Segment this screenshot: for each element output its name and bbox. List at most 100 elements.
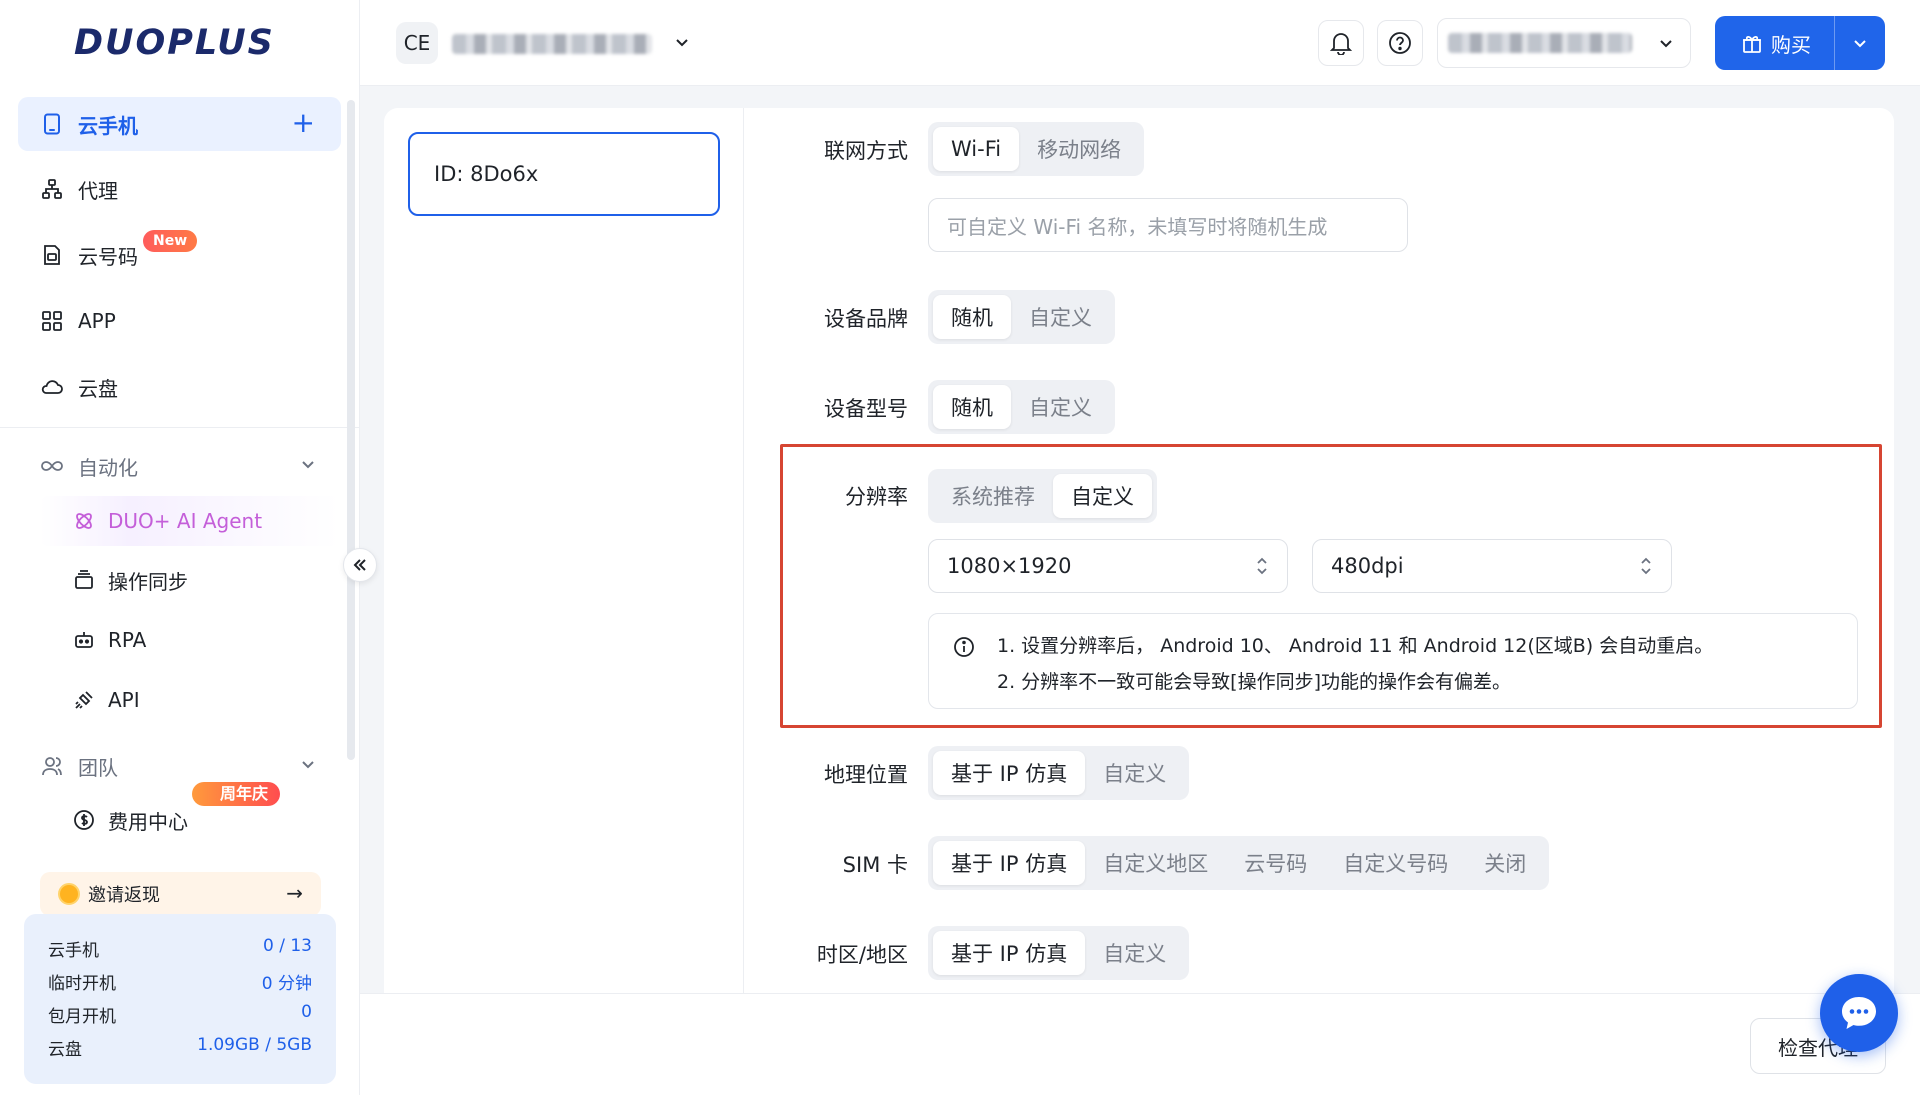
resolution-option-recommended[interactable]: 系统推荐 (933, 474, 1053, 518)
notice-line-2: 2. 分辨率不一致可能会导致[操作同步]功能的操作会有偏差。 (997, 671, 1511, 693)
sidebar-item-operation-sync[interactable]: 操作同步 (40, 555, 340, 605)
device-id-card[interactable]: ID: 8Do6x (408, 132, 720, 216)
sidebar-item-cloud-disk[interactable]: 云盘 (18, 360, 341, 414)
network-option-wifi[interactable]: Wi-Fi (933, 127, 1020, 171)
plug-icon (72, 688, 96, 712)
network-option-mobile[interactable]: 移动网络 (1019, 127, 1139, 171)
duoplus-logo[interactable]: DUOPLUS (74, 23, 275, 63)
sidebar-item-cloud-phone[interactable]: 云手机 + (18, 97, 341, 151)
infinity-icon (40, 454, 64, 478)
sim-option-cloud-number[interactable]: 云号码 (1226, 841, 1325, 885)
chevron-down-icon (1854, 40, 1866, 48)
stat-label: 临时开机 (48, 974, 116, 994)
sidebar-item-label: APP (78, 309, 116, 333)
sidebar-scrollbar[interactable] (347, 100, 355, 760)
chevron-down-icon[interactable] (672, 32, 692, 57)
invite-cashback-banner[interactable]: 邀请返现 → (40, 872, 321, 916)
sidebar-item-app[interactable]: APP (18, 294, 341, 348)
resolution-option-custom[interactable]: 自定义 (1053, 474, 1152, 518)
sim-option-ip[interactable]: 基于 IP 仿真 (933, 841, 1086, 885)
dpi-select[interactable]: 480dpi (1312, 539, 1672, 593)
team-group-title: 团队 (78, 755, 118, 780)
timezone-segmented: 基于 IP 仿真 自定义 (928, 926, 1190, 980)
stat-row-cloud-disk: 云盘 1.09GB / 5GB (48, 1035, 312, 1068)
cloud-icon (40, 375, 64, 399)
apps-grid-icon (40, 309, 64, 333)
workspace-avatar[interactable]: CE (396, 22, 438, 64)
sidebar-divider (0, 427, 359, 428)
stat-label: 云手机 (48, 941, 99, 961)
team-group-toggle[interactable]: 团队 (18, 746, 341, 786)
stat-row-monthly-boot: 包月开机 0 (48, 1002, 312, 1035)
location-label: 地理位置 (824, 763, 908, 787)
stat-value: 0 (301, 1002, 312, 1022)
sim-icon (40, 243, 64, 267)
phone-icon (40, 112, 64, 136)
sidebar-item-rpa[interactable]: RPA (40, 615, 340, 665)
sim-option-off[interactable]: 关闭 (1466, 841, 1544, 885)
timezone-option-custom[interactable]: 自定义 (1085, 931, 1184, 975)
brand-segmented: 随机 自定义 (928, 290, 1115, 344)
sidebar-item-api[interactable]: API (40, 675, 340, 725)
bottom-action-bar: 检查代理 (360, 993, 1920, 1095)
updown-arrows-icon (1639, 556, 1653, 581)
buy-dropdown-button[interactable] (1835, 16, 1885, 70)
stat-value: 1.09GB / 5GB (197, 1035, 312, 1055)
sidebar-item-ai-agent[interactable]: DUO+ AI Agent (40, 496, 340, 546)
notifications-button[interactable] (1318, 20, 1364, 66)
network-icon (40, 177, 64, 201)
sidebar-item-label: 云号码 (78, 244, 138, 269)
coin-icon (58, 883, 80, 905)
account-name-redacted (1448, 33, 1632, 53)
collapse-sidebar-button[interactable] (343, 548, 377, 582)
help-button[interactable] (1377, 20, 1423, 66)
brand-option-custom[interactable]: 自定义 (1011, 295, 1110, 339)
brand-option-random[interactable]: 随机 (933, 295, 1011, 339)
stat-value: 0 / 13 (263, 936, 312, 956)
timezone-option-ip[interactable]: 基于 IP 仿真 (933, 931, 1086, 975)
sidebar-item-label: RPA (108, 628, 147, 652)
sim-option-custom-region[interactable]: 自定义地区 (1085, 841, 1226, 885)
updown-arrows-icon (1255, 556, 1269, 581)
chat-support-button[interactable] (1820, 974, 1898, 1052)
help-circle-icon (1389, 32, 1411, 54)
sim-option-custom-number[interactable]: 自定义号码 (1325, 841, 1466, 885)
usage-stats-panel: 云手机 0 / 13 临时开机 0 分钟 包月开机 0 云盘 1.09GB / … (24, 914, 336, 1084)
stat-value: 0 分钟 (261, 974, 312, 994)
model-segmented: 随机 自定义 (928, 380, 1115, 434)
sidebar: DUOPLUS 云手机 + 代理 云号码 New APP 云盘 自动化 DUO+… (0, 0, 360, 1095)
location-option-custom[interactable]: 自定义 (1085, 751, 1184, 795)
location-segmented: 基于 IP 仿真 自定义 (928, 746, 1190, 800)
sidebar-item-proxy[interactable]: 代理 (18, 162, 341, 216)
info-icon (953, 634, 975, 670)
workspace-name-redacted[interactable] (452, 34, 652, 54)
add-phone-icon[interactable]: + (292, 109, 315, 137)
sidebar-item-billing[interactable]: 费用中心 (40, 795, 340, 845)
bell-icon (1330, 33, 1352, 55)
top-header: CE 购买 (360, 0, 1920, 86)
resolution-label: 分辨率 (845, 485, 908, 509)
automation-group-title: 自动化 (78, 455, 138, 480)
location-option-ip[interactable]: 基于 IP 仿真 (933, 751, 1086, 795)
sync-icon (72, 568, 96, 592)
robot-icon (72, 628, 96, 652)
invite-label: 邀请返现 (88, 885, 160, 906)
dpi-value: 480dpi (1331, 554, 1404, 578)
account-selector[interactable] (1437, 18, 1691, 68)
sidebar-item-label: 云盘 (78, 376, 118, 401)
chevron-down-icon (1656, 33, 1676, 58)
double-chevron-left-icon (353, 559, 366, 571)
model-option-custom[interactable]: 自定义 (1011, 385, 1110, 429)
sidebar-item-label: DUO+ AI Agent (108, 509, 263, 533)
sim-segmented: 基于 IP 仿真 自定义地区 云号码 自定义号码 关闭 (928, 836, 1550, 890)
resolution-notice: 1. 设置分辨率后， Android 10、 Android 11 和 Andr… (928, 613, 1858, 709)
sidebar-item-label: 费用中心 (108, 809, 188, 834)
buy-button[interactable]: 购买 (1715, 16, 1835, 70)
resolution-size-select[interactable]: 1080×1920 (928, 539, 1288, 593)
automation-group-toggle[interactable]: 自动化 (18, 446, 341, 486)
model-option-random[interactable]: 随机 (933, 385, 1011, 429)
sidebar-item-label: 代理 (78, 178, 118, 203)
sidebar-item-label: 云手机 (78, 113, 138, 138)
wifi-name-input[interactable]: 可自定义 Wi-Fi 名称，未填写时将随机生成 (928, 198, 1408, 252)
device-settings-panel: ID: 8Do6x 联网方式 Wi-Fi 移动网络 可自定义 Wi-Fi 名称，… (384, 108, 1894, 1068)
